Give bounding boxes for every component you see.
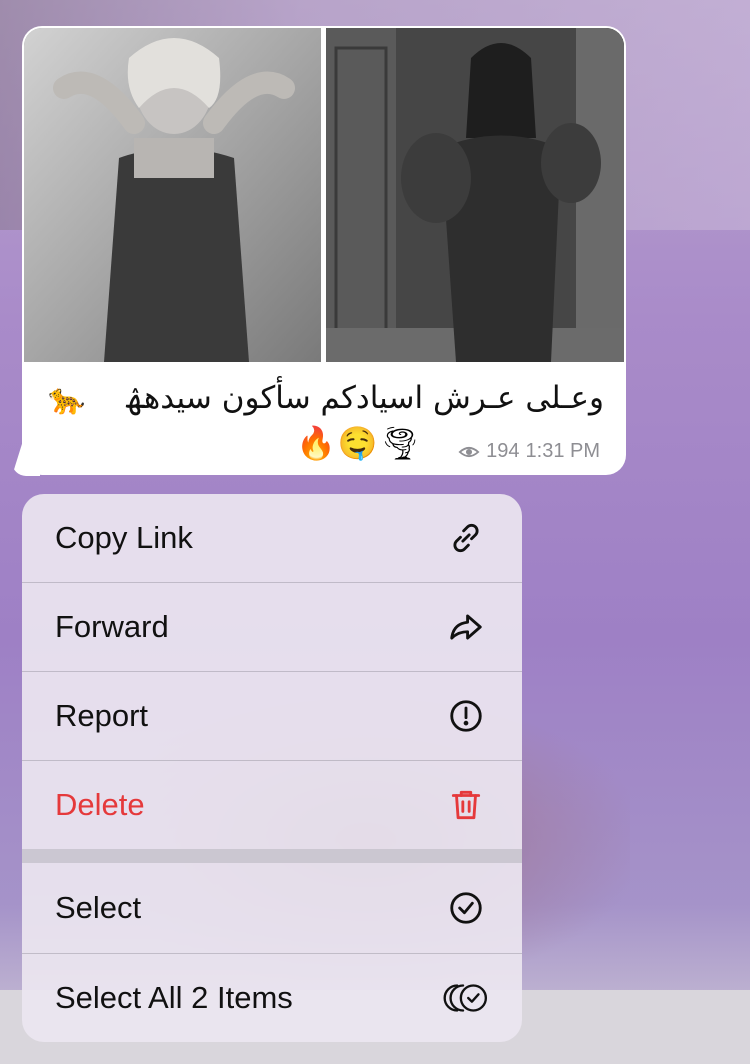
leopard-emoji: 🐆 (48, 383, 86, 416)
menu-item-label: Forward (55, 609, 169, 644)
menu-item-label: Report (55, 698, 149, 733)
exclamation-circle-icon (446, 696, 486, 736)
reaction-emojis[interactable]: 🔥🤤🌪 (296, 424, 422, 462)
message-time: 1:31 PM (525, 440, 600, 462)
context-menu: Copy Link Forward Report Delete Select S… (22, 494, 522, 1042)
menu-section-gap (22, 849, 522, 863)
photo-right[interactable] (326, 28, 624, 362)
message-caption: وعـلى عـرش اسيادكم سأكون سيدهۿ (125, 380, 604, 416)
menu-item-select-all[interactable]: Select All 2 Items (22, 954, 522, 1042)
menu-item-select[interactable]: Select (22, 864, 522, 952)
eye-icon (458, 446, 480, 457)
trash-icon (446, 785, 486, 825)
message-meta: 194 1:31 PM (458, 440, 600, 463)
photo-left[interactable] (24, 28, 321, 362)
menu-item-delete[interactable]: Delete (22, 761, 522, 849)
view-count: 194 (486, 440, 520, 462)
menu-item-label: Copy Link (55, 520, 193, 555)
menu-item-label: Select All 2 Items (55, 980, 293, 1015)
menu-item-forward[interactable]: Forward (22, 583, 522, 671)
menu-item-label: Select (55, 890, 142, 925)
message-bubble[interactable]: وعـلى عـرش اسيادكم سأكون سيدهۿ 🐆 🔥🤤🌪 194… (22, 26, 626, 475)
multi-check-circle-icon (440, 978, 492, 1018)
check-circle-icon (446, 888, 486, 928)
menu-item-report[interactable]: Report (22, 672, 522, 760)
forward-arrow-icon (446, 607, 486, 647)
link-icon (446, 518, 486, 558)
menu-item-copy-link[interactable]: Copy Link (22, 494, 522, 582)
menu-item-label: Delete (55, 787, 145, 822)
